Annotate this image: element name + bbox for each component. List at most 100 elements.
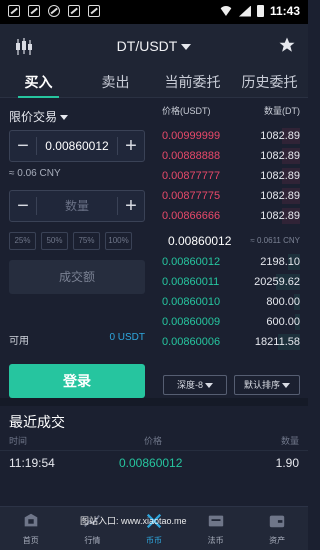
bid-price: 0.00860006 <box>162 336 221 348</box>
order-type-label: 限价交易 <box>9 110 58 124</box>
bid-quantity: 18211.58 <box>254 336 300 348</box>
time-column-header: 时间 <box>9 436 28 446</box>
tab-open-orders[interactable]: 当前委托 <box>154 68 231 97</box>
app-bar: DT/USDT <box>0 24 308 68</box>
nav-market-label: 行情 <box>84 536 101 545</box>
nav-assets[interactable]: 资产 <box>246 507 308 550</box>
depth-label: 深度-8 <box>176 380 203 390</box>
notification-icon <box>68 5 80 17</box>
quantity-column-header: 数量 <box>280 436 299 446</box>
trade-quantity: 1.90 <box>275 456 299 470</box>
login-button[interactable]: 登录 <box>9 364 145 398</box>
bid-price: 0.00860009 <box>162 316 221 328</box>
trade-tabs: 买入 卖出 当前委托 历史委托 <box>0 68 308 98</box>
depth-select[interactable]: 深度-8 <box>163 375 227 395</box>
ask-price: 0.00866666 <box>162 210 221 222</box>
recent-trades-title: 最近成交 <box>9 414 65 430</box>
signal-icon <box>238 5 251 17</box>
ask-price: 0.00877777 <box>162 170 221 182</box>
nav-assets-label: 资产 <box>269 536 286 545</box>
last-price-cny: ≈ 0.0611 CNY <box>250 236 300 245</box>
amount-field: 成交额 <box>9 260 145 294</box>
ask-quantity: 1082.89 <box>260 190 300 202</box>
home-icon <box>24 513 38 527</box>
ask-row[interactable]: 0.00877777 1082.89 <box>160 166 300 186</box>
bid-quantity: 600.00 <box>266 316 300 328</box>
percent-75-button[interactable]: 75% <box>73 232 100 250</box>
chevron-down-icon <box>205 383 213 389</box>
quantity-decrease-button[interactable]: − <box>10 191 36 221</box>
ask-row[interactable]: 0.00888888 1082.89 <box>160 146 300 166</box>
notification-icon <box>28 5 40 17</box>
order-form: 限价交易 − 0.00860012 + ≈ 0.06 CNY − + 25% 5… <box>0 98 155 398</box>
bid-price: 0.00860010 <box>162 296 221 308</box>
ask-row[interactable]: 0.00866666 1082.89 <box>160 206 300 226</box>
nav-home[interactable]: 首页 <box>0 507 62 550</box>
wallet-icon <box>269 515 285 528</box>
watermark-text: 图站入口: www.xiaotao.me <box>80 516 187 526</box>
sort-label: 默认排序 <box>243 380 280 390</box>
otc-icon <box>208 515 223 527</box>
ask-price: 0.00877775 <box>162 190 221 202</box>
quantity-increase-button[interactable]: + <box>118 191 144 221</box>
ask-quantity: 1082.89 <box>260 210 300 222</box>
bid-quantity: 800.00 <box>266 296 300 308</box>
bid-row[interactable]: 0.00860011 20259.62 <box>160 272 300 292</box>
price-column-header: 价格(USDT) <box>162 106 211 116</box>
pair-label: DT/USDT <box>116 38 178 54</box>
ask-quantity: 1082.89 <box>260 130 300 142</box>
pair-selector[interactable]: DT/USDT <box>0 38 308 54</box>
notification-icon <box>8 5 20 17</box>
bid-quantity: 20259.62 <box>254 276 300 288</box>
tab-sell[interactable]: 卖出 <box>77 68 154 97</box>
ask-row[interactable]: 0.00877775 1082.89 <box>160 186 300 206</box>
order-type-select[interactable]: 限价交易 <box>9 108 69 125</box>
nav-otc[interactable]: 法币 <box>185 507 247 550</box>
bid-quantity: 2198.10 <box>260 256 300 268</box>
ask-price: 0.00999999 <box>162 130 221 142</box>
status-time: 11:43 <box>269 4 300 18</box>
bid-row[interactable]: 0.00860006 18211.58 <box>160 332 300 352</box>
price-cny-estimate: ≈ 0.06 CNY <box>9 168 61 179</box>
star-icon[interactable] <box>278 36 296 54</box>
price-stepper: − 0.00860012 + <box>9 130 145 162</box>
sort-select[interactable]: 默认排序 <box>234 375 300 395</box>
price-input[interactable]: 0.00860012 <box>37 139 117 153</box>
divider <box>0 450 308 451</box>
notification-icon <box>48 5 60 17</box>
price-column-header: 价格 <box>144 436 163 446</box>
ask-price: 0.00888888 <box>162 150 221 162</box>
percent-50-button[interactable]: 50% <box>41 232 68 250</box>
trade-row: 11:19:54 0.00860012 1.90 <box>9 456 299 472</box>
bid-row[interactable]: 0.00860009 600.00 <box>160 312 300 332</box>
bid-row[interactable]: 0.00860010 800.00 <box>160 292 300 312</box>
tab-buy[interactable]: 买入 <box>0 68 77 98</box>
tab-order-history[interactable]: 历史委托 <box>231 68 308 97</box>
bid-row[interactable]: 0.00860012 2198.10 <box>160 252 300 272</box>
percent-selector: 25% 50% 75% 100% <box>9 232 132 250</box>
notification-icon <box>88 5 100 17</box>
recent-trades: 最近成交 时间 价格 数量 11:19:54 0.00860012 1.90 <box>0 398 308 506</box>
percent-100-button[interactable]: 100% <box>105 232 132 250</box>
chevron-down-icon <box>282 383 290 389</box>
ask-row[interactable]: 0.00999999 1082.89 <box>160 126 300 146</box>
chevron-down-icon <box>181 44 192 51</box>
last-price: 0.00860012 <box>168 234 232 248</box>
bid-price: 0.00860011 <box>162 276 220 288</box>
price-increase-button[interactable]: + <box>118 131 144 161</box>
trade-time: 11:19:54 <box>9 456 55 470</box>
price-decrease-button[interactable]: − <box>10 131 36 161</box>
last-price-row: 0.00860012 ≈ 0.0611 CNY <box>160 230 308 252</box>
battery-icon <box>256 5 264 17</box>
bottom-nav: 首页 行情 币币 法币 资产 <box>0 506 308 550</box>
bid-price: 0.00860012 <box>162 256 221 268</box>
status-bar: 11:43 <box>0 0 308 24</box>
quantity-column-header: 数量(DT) <box>264 106 300 116</box>
percent-25-button[interactable]: 25% <box>9 232 36 250</box>
order-book: 价格(USDT) 数量(DT) 0.00999999 1082.89 0.008… <box>160 98 308 398</box>
nav-home-label: 首页 <box>22 536 39 545</box>
ask-quantity: 1082.89 <box>260 170 300 182</box>
nav-otc-label: 法币 <box>207 536 224 545</box>
quantity-input[interactable] <box>37 199 117 213</box>
quantity-stepper: − + <box>9 190 145 222</box>
